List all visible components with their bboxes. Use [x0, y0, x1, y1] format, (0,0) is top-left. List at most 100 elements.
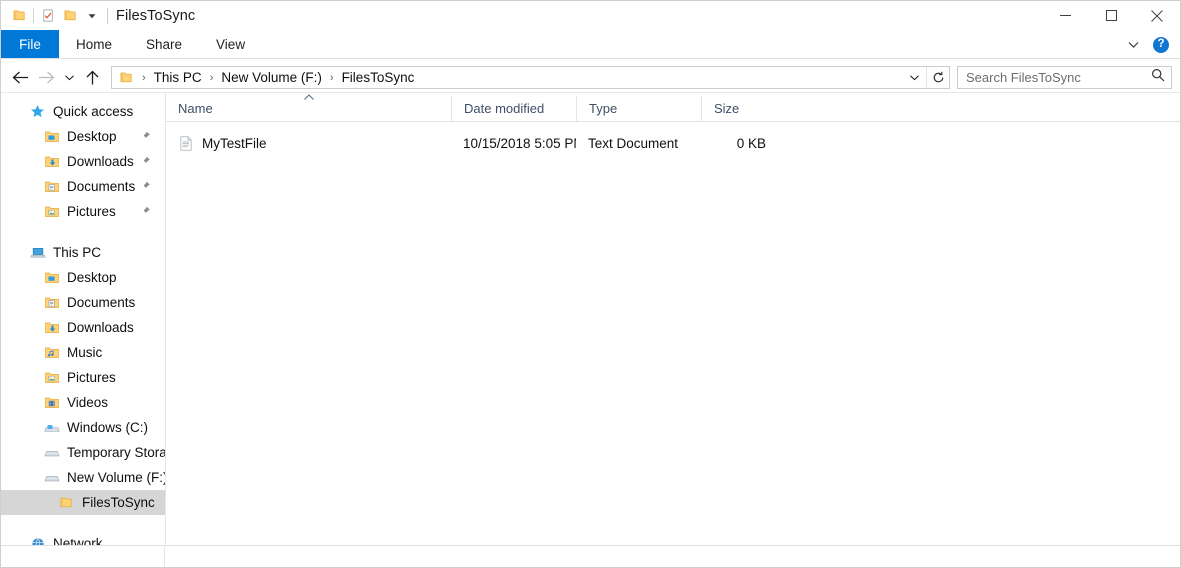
refresh-icon[interactable]	[926, 67, 949, 88]
help-button[interactable]: ?	[1148, 32, 1174, 58]
folder-music-icon	[43, 344, 60, 361]
back-arrow-icon[interactable]	[7, 66, 33, 90]
minimize-button[interactable]	[1042, 1, 1088, 30]
column-header-label: Size	[714, 101, 740, 116]
forward-arrow-icon[interactable]	[33, 66, 59, 90]
qat-divider	[33, 8, 34, 23]
sidebar-item-label: Downloads	[67, 154, 134, 169]
sidebar-item-quick-access[interactable]: Quick access	[1, 99, 165, 124]
sidebar-item-label: Documents	[67, 179, 136, 194]
sidebar-item-downloads-quick[interactable]: Downloads	[1, 149, 165, 174]
sidebar-item-new-volume-f[interactable]: New Volume (F:)	[1, 465, 165, 490]
breadcrumb-item-2[interactable]: FilesToSync	[339, 70, 418, 85]
chevron-down-icon[interactable]	[81, 5, 103, 27]
folder-icon	[58, 494, 75, 511]
maximize-button[interactable]	[1088, 1, 1134, 30]
folder-desktop-icon	[43, 128, 60, 145]
folder-icon-2[interactable]	[59, 5, 81, 27]
sidebar-item-label: This PC	[53, 245, 102, 260]
tab-file[interactable]: File	[1, 30, 59, 58]
sidebar-item-temporary-storage[interactable]: Temporary Storage (	[1, 440, 165, 465]
title-bar: FilesToSync	[1, 1, 1180, 30]
table-row[interactable]: MyTestFile 10/15/2018 5:05 PM Text Docum…	[166, 131, 1180, 155]
search-box[interactable]	[957, 66, 1172, 89]
sidebar-item-videos[interactable]: Videos	[1, 390, 165, 415]
title-divider	[107, 7, 108, 24]
window-title: FilesToSync	[116, 7, 196, 24]
sidebar-item-desktop-quick[interactable]: Desktop	[1, 124, 165, 149]
sidebar-item-pictures-quick[interactable]: Pictures	[1, 199, 165, 224]
sidebar-group-gap-2	[1, 515, 165, 531]
quick-access-toolbar: FilesToSync	[1, 5, 195, 27]
sidebar-item-label: Desktop	[67, 270, 117, 285]
sidebar-item-filestosync[interactable]: FilesToSync	[1, 490, 165, 515]
recent-locations-chevron-down-icon[interactable]	[59, 66, 79, 90]
sidebar-item-label: Pictures	[67, 204, 116, 219]
folder-icon[interactable]	[8, 5, 30, 27]
drive-icon	[43, 444, 60, 461]
folder-downloads-icon	[43, 153, 60, 170]
pin-icon[interactable]	[140, 179, 151, 194]
status-bar	[1, 545, 1180, 567]
pin-icon[interactable]	[140, 129, 151, 144]
sidebar-item-downloads[interactable]: Downloads	[1, 315, 165, 340]
file-rows[interactable]: MyTestFile 10/15/2018 5:05 PM Text Docum…	[166, 122, 1180, 545]
cell-size: 0 KB	[736, 135, 766, 151]
sidebar-item-documents[interactable]: Documents	[1, 290, 165, 315]
window-controls	[1042, 1, 1180, 30]
ribbon-right-controls: ?	[1120, 30, 1180, 59]
breadcrumb[interactable]: › This PC › New Volume (F:) › FilesToSyn…	[111, 66, 950, 89]
search-input[interactable]	[966, 70, 1151, 85]
folder-downloads-icon	[43, 319, 60, 336]
sidebar-item-network[interactable]: Network	[1, 531, 165, 545]
sidebar-item-music[interactable]: Music	[1, 340, 165, 365]
sidebar-item-windows-c[interactable]: Windows (C:)	[1, 415, 165, 440]
status-bar-left	[1, 546, 165, 567]
breadcrumb-separator-0[interactable]: ›	[137, 72, 151, 84]
navigation-pane[interactable]: Quick access Desktop Downloads Documents…	[1, 93, 166, 545]
sidebar-item-label: New Volume (F:)	[67, 470, 165, 485]
search-icon[interactable]	[1151, 68, 1165, 87]
pin-icon[interactable]	[140, 204, 151, 219]
tab-home[interactable]: Home	[59, 30, 129, 58]
breadcrumb-folder-icon	[119, 70, 134, 85]
sidebar-item-this-pc[interactable]: This PC	[1, 240, 165, 265]
column-header-type[interactable]: Type	[576, 96, 701, 121]
sidebar-item-label: Videos	[67, 395, 109, 410]
text-file-icon	[178, 135, 194, 151]
file-name-label: MyTestFile	[202, 135, 267, 151]
pin-icon[interactable]	[140, 154, 151, 169]
sidebar-item-label: Temporary Storage (	[67, 445, 165, 460]
breadcrumb-item-0[interactable]: This PC	[151, 70, 205, 85]
column-header-name[interactable]: Name	[166, 94, 451, 121]
file-list-pane[interactable]: Name Date modified Type Size MyTestFile …	[166, 93, 1180, 545]
sidebar-item-label: FilesToSync	[82, 495, 155, 510]
breadcrumb-separator-1[interactable]: ›	[205, 72, 219, 84]
sidebar-item-label: Windows (C:)	[67, 420, 149, 435]
computer-icon	[29, 244, 46, 261]
question-mark-icon: ?	[1153, 36, 1169, 53]
previous-locations-chevron-down-icon[interactable]	[903, 67, 926, 88]
network-icon	[29, 535, 46, 545]
checked-document-icon[interactable]	[37, 5, 59, 27]
sidebar-item-label: Pictures	[67, 370, 116, 385]
content-area: Quick access Desktop Downloads Documents…	[1, 92, 1180, 545]
column-header-date-modified[interactable]: Date modified	[451, 96, 576, 121]
breadcrumb-separator-2[interactable]: ›	[325, 72, 339, 84]
close-button[interactable]	[1134, 1, 1180, 30]
sidebar-item-label: Network	[53, 536, 103, 545]
cell-type: Text Document	[588, 135, 679, 151]
sidebar-item-desktop[interactable]: Desktop	[1, 265, 165, 290]
up-arrow-icon[interactable]	[79, 66, 105, 90]
sidebar-item-pictures[interactable]: Pictures	[1, 365, 165, 390]
sidebar-item-label: Documents	[67, 295, 136, 310]
address-bar: › This PC › New Volume (F:) › FilesToSyn…	[1, 63, 1180, 92]
ribbon-tab-bar: File Home Share View ?	[1, 30, 1180, 59]
cell-name[interactable]: MyTestFile	[166, 135, 451, 151]
tab-view[interactable]: View	[199, 30, 262, 58]
breadcrumb-item-1[interactable]: New Volume (F:)	[218, 70, 325, 85]
column-header-size[interactable]: Size	[701, 96, 786, 121]
tab-share[interactable]: Share	[129, 30, 199, 58]
sidebar-item-documents-quick[interactable]: Documents	[1, 174, 165, 199]
expand-ribbon-chevron-down-icon[interactable]	[1120, 32, 1146, 58]
